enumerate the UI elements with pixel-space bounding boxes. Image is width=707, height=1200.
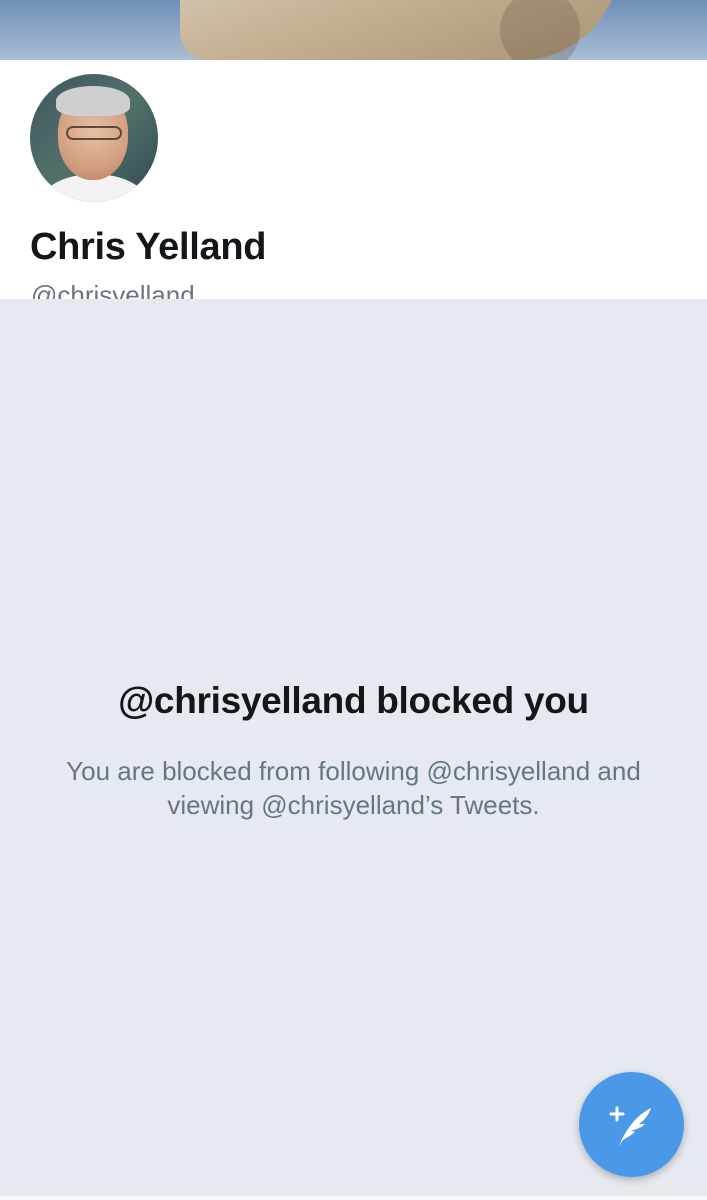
compose-tweet-button[interactable] <box>579 1072 684 1177</box>
header-banner-image[interactable] <box>0 0 707 60</box>
profile-card: Chris Yelland @chrisyelland <box>0 60 707 310</box>
profile-page: Chris Yelland @chrisyelland @chrisyellan… <box>0 0 707 1200</box>
banner-rock-shadow <box>500 0 580 60</box>
blocked-title: @chrisyelland blocked you <box>118 680 589 721</box>
bottom-divider <box>0 1196 707 1200</box>
avatar[interactable] <box>24 68 164 208</box>
avatar-hair <box>56 86 130 116</box>
avatar-glasses <box>66 126 122 140</box>
blocked-notice-area: @chrisyelland blocked you You are blocke… <box>0 299 707 1200</box>
compose-tweet-icon <box>609 1106 651 1146</box>
display-name: Chris Yelland <box>30 226 267 268</box>
avatar-photo <box>30 74 158 202</box>
blocked-description: You are blocked from following @chrisyel… <box>66 756 641 820</box>
